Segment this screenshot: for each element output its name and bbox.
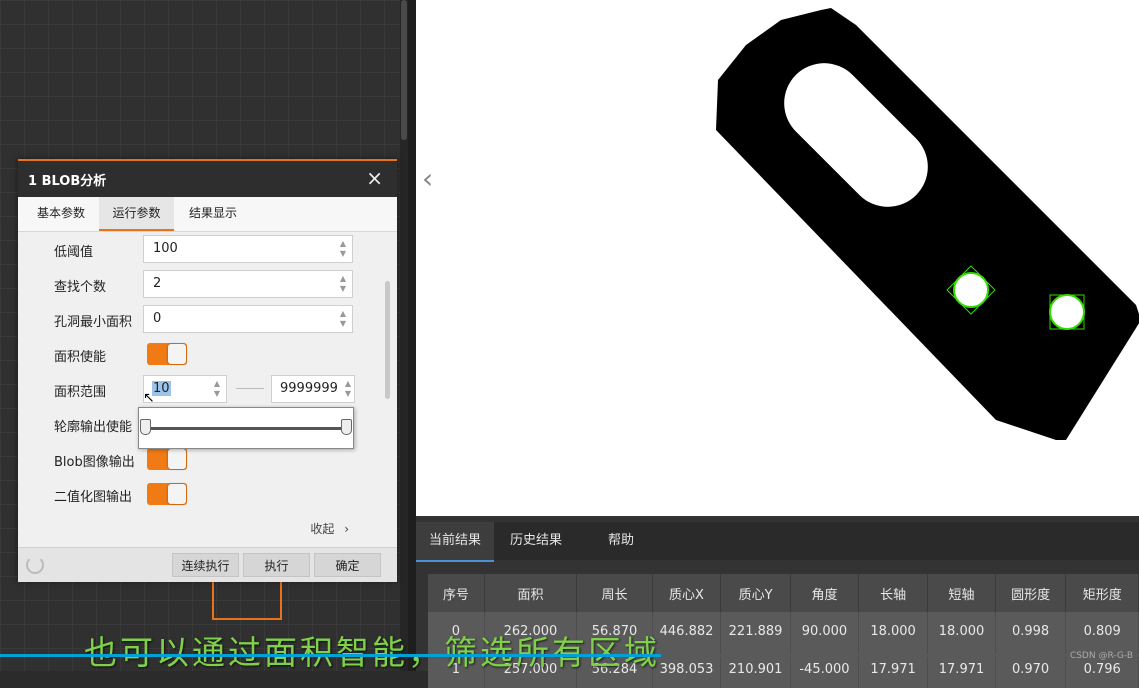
image-viewer[interactable]: ‹ bbox=[416, 0, 1139, 516]
blob-analysis-dialog: 1 BLOB分析 × 基本参数 运行参数 结果显示 低阈值 100 ▲ ▼ 查找个… bbox=[18, 159, 397, 582]
area-enable-label: 面积使能 bbox=[54, 350, 107, 365]
video-subtitle: 也可以通过面积智能，筛选所有区域 bbox=[84, 633, 660, 672]
dialog-title: 1 BLOB分析 bbox=[28, 174, 107, 189]
area-range-slider-popup[interactable] bbox=[138, 407, 354, 449]
toggle-knob bbox=[168, 449, 186, 469]
range-dash bbox=[236, 388, 264, 389]
flow-node-outline bbox=[212, 580, 282, 620]
spin-arrows-icon[interactable]: ▲ ▼ bbox=[340, 274, 346, 294]
area-range-max-value: 9999999 bbox=[280, 381, 338, 396]
contour-output-label: 轮廓输出使能 bbox=[54, 420, 133, 435]
video-progress-bar[interactable] bbox=[0, 654, 1139, 657]
dialog-tabs: 基本参数 运行参数 结果显示 bbox=[18, 197, 397, 232]
tab-help[interactable]: 帮助 bbox=[578, 522, 664, 560]
toggle-knob bbox=[168, 484, 186, 504]
video-progress-fill bbox=[0, 654, 661, 657]
low-threshold-label: 低阈值 bbox=[54, 245, 94, 260]
hole-min-area-label: 孔洞最小面积 bbox=[54, 315, 133, 330]
scrollbar-thumb[interactable] bbox=[401, 0, 407, 140]
area-range-min-value: 10 bbox=[152, 381, 171, 396]
area-enable-toggle[interactable] bbox=[147, 343, 187, 365]
col-circularity: 圆形度 bbox=[995, 574, 1067, 612]
slider-track[interactable] bbox=[144, 427, 348, 430]
chevron-right-icon: › bbox=[344, 522, 349, 536]
cell: 0.998 bbox=[995, 612, 1067, 650]
run-button[interactable]: 执行 bbox=[243, 553, 310, 577]
mouse-cursor-icon: ↖ bbox=[143, 390, 155, 406]
watermark: CSDN @R-G-B bbox=[1069, 651, 1133, 661]
low-threshold-input[interactable]: 100 ▲ ▼ bbox=[143, 235, 353, 263]
low-threshold-value: 100 bbox=[153, 241, 178, 256]
dialog-title-bar[interactable]: 1 BLOB分析 × bbox=[18, 161, 397, 197]
blob-image-output-label: Blob图像输出 bbox=[54, 455, 135, 470]
slider-handle-min[interactable] bbox=[140, 419, 151, 435]
col-major-axis: 长轴 bbox=[858, 574, 929, 612]
panel-divider[interactable] bbox=[408, 0, 416, 671]
find-count-input[interactable]: 2 ▲ ▼ bbox=[143, 270, 353, 298]
binary-image bbox=[716, 8, 1139, 440]
col-index: 序号 bbox=[428, 574, 485, 612]
cell: 0.809 bbox=[1065, 612, 1139, 650]
spin-arrows-icon[interactable]: ▲ ▼ bbox=[345, 379, 351, 399]
find-count-label: 查找个数 bbox=[54, 280, 107, 295]
toggle-knob bbox=[168, 344, 186, 364]
col-centroid-y: 质心Y bbox=[720, 574, 792, 612]
continuous-run-button[interactable]: 连续执行 bbox=[172, 553, 239, 577]
confirm-button[interactable]: 确定 bbox=[314, 553, 381, 577]
binary-image-output-toggle[interactable] bbox=[147, 483, 187, 505]
tab-result-display[interactable]: 结果显示 bbox=[177, 197, 249, 229]
find-count-value: 2 bbox=[153, 276, 162, 291]
refresh-icon[interactable] bbox=[26, 556, 44, 574]
blob-image-output-toggle[interactable] bbox=[147, 448, 187, 470]
spin-arrows-icon[interactable]: ▲ ▼ bbox=[340, 239, 346, 259]
col-area: 面积 bbox=[484, 574, 578, 612]
hole-min-area-input[interactable]: 0 ▲ ▼ bbox=[143, 305, 353, 333]
cell: 446.882 bbox=[652, 612, 722, 650]
spin-arrows-icon[interactable]: ▲ ▼ bbox=[340, 309, 346, 329]
tab-run-params[interactable]: 运行参数 bbox=[99, 197, 174, 231]
tab-current-results[interactable]: 当前结果 bbox=[416, 522, 494, 562]
results-tabs: 当前结果 历史结果 帮助 bbox=[416, 522, 1139, 562]
cell: 221.889 bbox=[720, 612, 792, 650]
col-angle: 角度 bbox=[790, 574, 859, 612]
col-minor-axis: 短轴 bbox=[927, 574, 996, 612]
area-range-max-input[interactable]: 9999999 ▲ ▼ bbox=[271, 375, 355, 403]
area-range-min-input[interactable]: 10 ▲ ▼ bbox=[143, 375, 227, 403]
workspace-scrollbar[interactable] bbox=[400, 0, 408, 671]
close-icon[interactable]: × bbox=[366, 166, 383, 190]
binary-image-output-label: 二值化图输出 bbox=[54, 490, 133, 505]
dialog-footer: 连续执行 执行 确定 bbox=[18, 547, 397, 582]
collapse-link[interactable]: 收起 › bbox=[310, 520, 349, 537]
cell: 18.000 bbox=[927, 612, 996, 650]
col-perimeter: 周长 bbox=[576, 574, 653, 612]
cell: 18.000 bbox=[858, 612, 929, 650]
black-part-shape bbox=[716, 8, 1139, 440]
cell: 90.000 bbox=[790, 612, 859, 650]
slider-handle-max[interactable] bbox=[341, 419, 352, 435]
hole-min-area-value: 0 bbox=[153, 311, 162, 326]
col-centroid-x: 质心X bbox=[652, 574, 722, 612]
chevron-left-icon[interactable]: ‹ bbox=[422, 162, 433, 195]
table-header-row: 序号 面积 周长 质心X 质心Y 角度 长轴 短轴 圆形度 矩形度 bbox=[428, 574, 1139, 612]
collapse-label: 收起 bbox=[310, 522, 335, 536]
area-range-label: 面积范围 bbox=[54, 385, 107, 400]
spin-arrows-icon[interactable]: ▲ ▼ bbox=[214, 379, 220, 399]
tab-history-results[interactable]: 历史结果 bbox=[496, 522, 576, 560]
dialog-scrollbar[interactable] bbox=[385, 281, 390, 399]
tab-basic-params[interactable]: 基本参数 bbox=[26, 197, 96, 229]
col-rectangularity: 矩形度 bbox=[1065, 574, 1139, 612]
